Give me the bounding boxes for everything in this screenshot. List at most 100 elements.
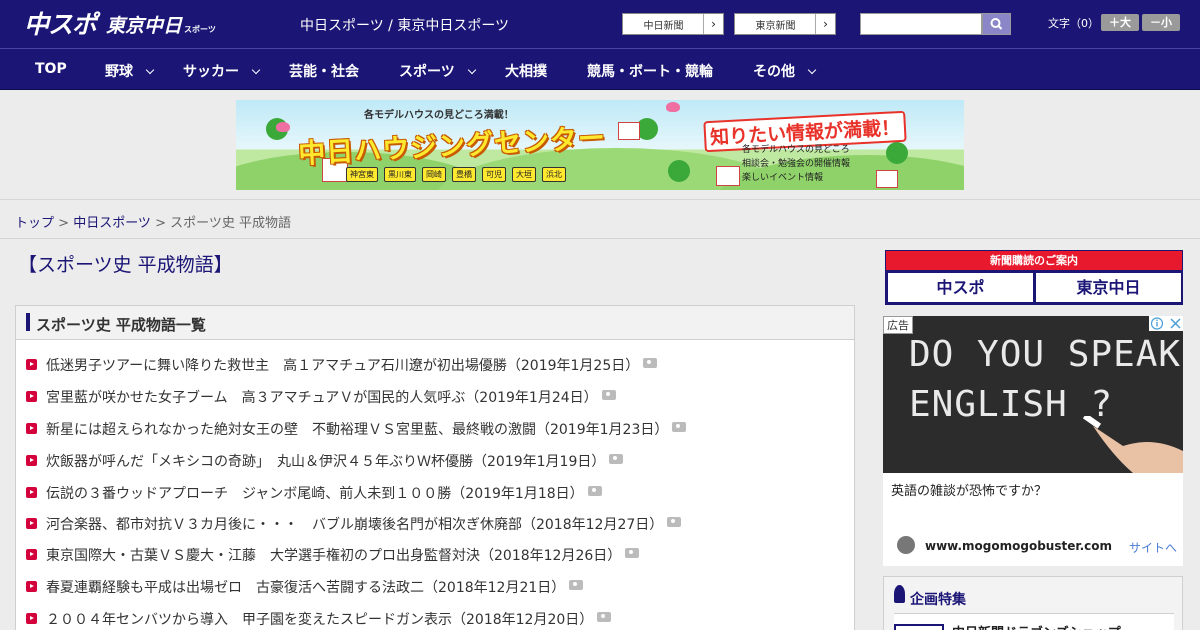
logo-chuspo: 中スポ [24,10,97,39]
search-button[interactable] [982,13,1011,35]
main-nav: TOP 野球 サッカー 芸能・社会 スポーツ 大相撲 競馬・ボート・競輪 その他 [0,48,1200,90]
tokyo-chunichi-logo-box: 東京中日 [1036,273,1181,302]
heading-accent-bar [26,313,30,331]
tree-icon [668,160,690,182]
house-icon [618,122,640,140]
page-title: 【スポーツ史 平成物語】 [18,254,233,276]
city-tag: 岡崎 [422,167,446,182]
banner-info-2: 相談会・勉強会の開催情報 [742,159,851,169]
camera-icon [601,390,616,400]
tokyo-shimbun-button[interactable]: 東京新聞 › [734,13,836,35]
arrow-bullet-icon [26,487,37,498]
arrow-bullet-icon [26,518,37,529]
font-bigger-button[interactable]: ＋大 [1101,14,1139,31]
city-tag: 豊橋 [452,167,476,182]
chevron-down-icon [467,65,476,75]
camera-icon [643,358,658,368]
feature-item[interactable]: 中日新聞ドラゴンズショップ [894,613,1174,630]
search-icon [990,18,1003,30]
chevron-right-icon: › [703,14,723,34]
logo-tokyo-chunichi: 東京中日 [106,15,183,37]
ad-site-link[interactable]: サイトへ [1129,539,1177,556]
city-tag: 可児 [482,167,506,182]
nav-soccer[interactable]: サッカー [183,61,261,81]
arrow-bullet-icon [26,549,37,560]
chunichi-shimbun-label: 中日新聞 [643,21,684,32]
nav-sumo[interactable]: 大相撲 [505,61,547,81]
breadcrumb-chunichi-sports-link[interactable]: 中日スポーツ [73,216,151,231]
house-icon [876,170,898,188]
city-tag: 浜北 [542,167,566,182]
chunichi-shimbun-button[interactable]: 中日新聞 › [622,13,724,35]
housing-center-banner[interactable]: 各モデルハウスの見どころ満載！ 中日ハウジングセンター 知りたい情報が満載！ 各… [236,100,964,190]
breadcrumb-current: スポーツ史 平成物語 [170,216,291,231]
banner-info-3: 楽しいイベント情報 [742,173,824,183]
nav-baseball[interactable]: 野球 [105,61,155,81]
nav-sports[interactable]: スポーツ [399,61,476,81]
nav-entertainment[interactable]: 芸能・社会 [289,61,359,81]
arrow-bullet-icon [26,613,37,624]
arrow-bullet-icon [26,423,37,434]
globe-icon [897,536,915,554]
subscription-title: 新聞購読のご案内 [886,251,1182,270]
ad-caption[interactable]: 英語の雑談が恐怖ですか？ [891,480,1047,499]
ad-domain[interactable]: www.mogomogobuster.com [925,539,1112,553]
camera-icon [569,580,584,590]
house-icon [716,166,740,186]
nav-top[interactable]: TOP [35,61,67,77]
camera-icon [597,612,612,622]
tokyo-shimbun-label: 東京新聞 [755,21,796,32]
camera-icon [667,517,682,527]
top-header: 中スポ 東京中日 スポーツ 中日スポーツ / 東京中日スポーツ 中日新聞 › 東… [0,0,1200,48]
hand-with-chalk [1083,416,1183,473]
advertisement[interactable]: DO YOU SPEAK ENGLISH ? 広告 英語の雑談が恐怖ですか？ w… [883,316,1183,566]
arrow-bullet-icon [26,581,37,592]
feature-section: 企画特集 中日新聞ドラゴンズショップ [883,576,1183,630]
subscription-banner[interactable]: 新聞購読のご案内 中スポ 東京中日 [885,250,1183,305]
bird-icon [276,122,290,132]
feature-title: 企画特集 [910,592,966,608]
bird-icon [666,102,680,112]
arrow-bullet-icon [26,359,37,370]
camera-icon [672,422,687,432]
site-title[interactable]: 中日スポーツ / 東京中日スポーツ [300,15,509,35]
article-list-box: スポーツ史 平成物語一覧 低迷男子ツアーに舞い降りた救世主 高１アマチュア石川遼… [15,305,855,630]
font-smaller-button[interactable]: －小 [1142,14,1180,31]
chevron-down-icon [145,65,155,75]
article-list-header: スポーツ史 平成物語一覧 [16,306,854,340]
banner-subtitle: 各モデルハウスの見どころ満載！ [364,110,514,121]
chevron-right-icon: › [815,14,835,34]
nav-other[interactable]: その他 [753,61,817,81]
font-size-label: 文字（0） [1048,17,1099,30]
site-logo[interactable]: 中スポ 東京中日 スポーツ [24,8,216,40]
city-tag: 大垣 [512,167,536,182]
chevron-down-icon [807,65,817,75]
ad-image[interactable]: DO YOU SPEAK ENGLISH ? [883,316,1183,473]
chevron-down-icon [251,65,261,75]
nav-keiba[interactable]: 競馬・ボート・競輪 [587,61,713,81]
search-input[interactable] [860,13,982,35]
city-tag: 神宮東 [346,167,378,182]
feature-thumbnail [894,624,944,630]
feature-item-label: 中日新聞ドラゴンズショップ [952,622,1121,630]
article-list-heading: スポーツ史 平成物語一覧 [36,316,206,334]
arrow-bullet-icon [26,391,37,402]
breadcrumb-top-link[interactable]: トップ [15,216,54,231]
ad-image-text-line1: DO YOU SPEAK [909,334,1182,375]
logo-sports: スポーツ [184,25,216,34]
breadcrumb: トップ > 中日スポーツ > スポーツ史 平成物語 [15,216,291,231]
breadcrumb-bar: トップ > 中日スポーツ > スポーツ史 平成物語 [0,199,1200,239]
tree-icon [886,142,908,164]
ad-choices-icons[interactable] [1149,316,1183,331]
camera-icon [609,454,624,464]
arrow-bullet-icon [26,455,37,466]
banner-info-1: 各モデルハウスの見どころ [742,145,850,155]
camera-icon [625,548,640,558]
ad-badge: 広告 [883,316,913,334]
ad-info-close-icon [1150,317,1181,330]
chuspo-logo-box: 中スポ [888,273,1033,302]
banner-city-list: 神宮東 黒川東 岡崎 豊橋 可児 大垣 浜北 [346,167,566,182]
ribbon-icon [894,585,905,603]
camera-icon [587,486,602,496]
city-tag: 黒川東 [384,167,416,182]
